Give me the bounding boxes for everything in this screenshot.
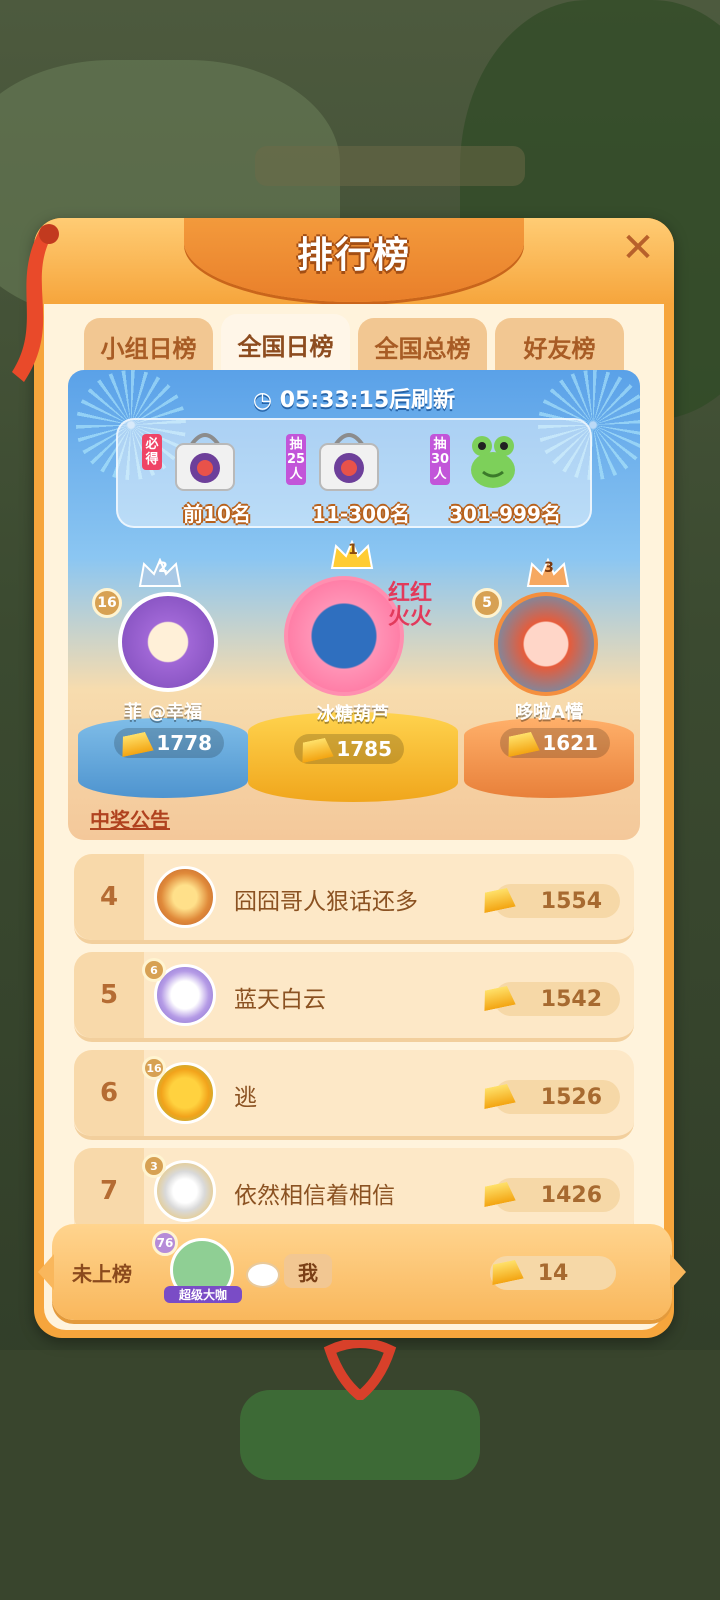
avatar [154,866,216,928]
close-button[interactable]: ✕ [616,226,660,270]
prize-tier-1[interactable]: 必得 前10名 [142,426,292,526]
clock-icon: ◷ [252,388,280,413]
rank-number: 7 [99,1176,119,1206]
prize-tiers: 必得 前10名 抽25人 11-300名 抽30人 301-999名 [116,418,592,528]
my-name: 我 [284,1254,332,1288]
player-name: 逃 [234,1085,257,1111]
level-badge: 16 [92,588,122,618]
list-item[interactable]: 5 6 蓝天白云 1542 [74,952,634,1042]
level-badge: 5 [472,588,502,618]
prize-tag: 抽30人 [430,434,450,485]
gift-bag-icon [175,433,235,491]
tab-bar: 小组日榜 全国日榜 全国总榜 好友榜 [84,314,624,374]
avatar [118,592,218,692]
prize-tag: 必得 [142,434,162,470]
list-item[interactable]: 6 16 逃 1526 [74,1050,634,1140]
prize-tag: 抽25人 [286,434,306,485]
podium-second[interactable]: 2 16 菲 @幸福 1778 [78,558,248,798]
leaderboard-panel: 排行榜 ✕ 小组日榜 全国日榜 全国总榜 好友榜 ◷ 05:33:15后刷新 必… [12,218,686,1338]
my-rank-status: 未上榜 [72,1261,132,1286]
refresh-countdown: ◷ 05:33:15后刷新 [252,388,456,413]
level-badge: 6 [142,958,166,982]
tab-national-daily[interactable]: 全国日榜 [221,314,350,374]
list-item[interactable]: 4 囧囧哥人狠话还多 1554 [74,854,634,944]
prize-range: 前10名 [183,502,251,526]
podium-third[interactable]: 3 5 哆啦A懵 1621 [464,558,634,798]
avatar-frame-text: 红红火火 [388,581,433,630]
podium-first[interactable]: 1 红红火火 冰糖葫芦 1785 [248,540,458,802]
prize-board: ◷ 05:33:15后刷新 必得 前10名 抽25人 11-300名 抽30人 … [68,370,640,840]
prize-range: 301-999名 [449,502,561,526]
avatar-frame-label: 超级大咖 [164,1286,242,1303]
frog-plush-icon [471,436,515,488]
level-badge: 3 [142,1154,166,1178]
level-badge: 76 [152,1230,178,1256]
player-name: 囧囧哥人狠话还多 [234,889,418,915]
rabbit-pet-icon [246,1262,280,1288]
avatar [284,576,404,696]
tab-national-total[interactable]: 全国总榜 [358,318,487,374]
player-name: 冰糖葫芦 [317,704,389,725]
tab-friends[interactable]: 好友榜 [495,318,624,374]
ribbon-knot-decoration [323,1340,397,1400]
my-rank-bar[interactable]: 未上榜 76 超级大咖 我 14 [38,1224,686,1320]
rank-number: 5 [99,980,119,1010]
player-name: 菲 @幸福 [123,702,203,723]
prize-range: 11-300名 [312,502,410,526]
prize-tier-3[interactable]: 抽30人 301-999名 [430,426,580,526]
prize-tier-2[interactable]: 抽25人 11-300名 [286,426,436,526]
player-name: 蓝天白云 [234,987,326,1013]
rank-number: 4 [99,882,119,912]
player-name: 哆啦A懵 [515,702,583,723]
rank-number: 6 [99,1078,119,1108]
tab-group-daily[interactable]: 小组日榜 [84,318,213,374]
ranking-list: 4 囧囧哥人狠话还多 1554 5 6 蓝天白云 1542 6 16 逃 152… [74,854,634,1246]
avatar [494,592,598,696]
gift-bag-icon [319,433,379,491]
winner-announcement-link[interactable]: 中奖公告 [90,804,170,833]
player-name: 依然相信着相信 [234,1183,395,1209]
level-badge: 16 [142,1056,166,1080]
panel-title: 排行榜 [296,235,411,276]
